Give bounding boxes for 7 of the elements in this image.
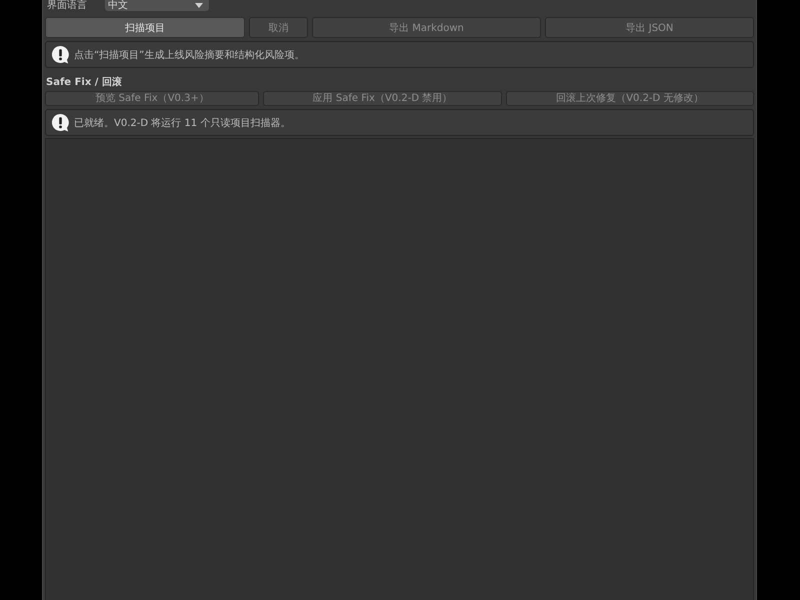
caret-icon bbox=[195, 3, 203, 8]
section-title: Safe Fix / 回滚 bbox=[45, 77, 123, 89]
info-bubble-icon bbox=[51, 113, 70, 132]
info-bubble-icon bbox=[51, 45, 70, 64]
help-text: 点击“扫描项目”生成上线风险摘要和结构化风险项。 bbox=[74, 48, 304, 62]
help-text: 已就绪。V0.2-D 将运行 11 个只读项目扫描器。 bbox=[74, 116, 290, 130]
action-button[interactable]: 扫描项目 bbox=[45, 17, 245, 38]
